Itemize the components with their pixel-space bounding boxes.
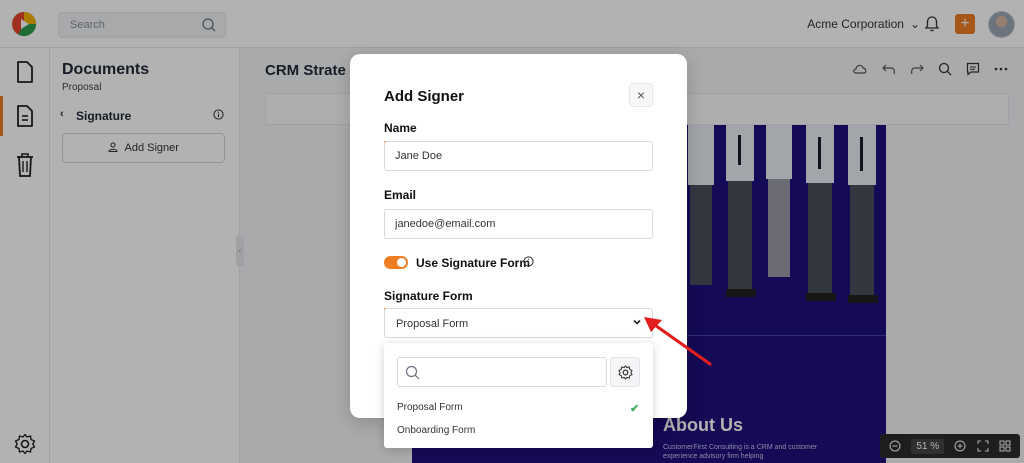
signature-form-select[interactable]: Proposal Form bbox=[384, 308, 653, 338]
signature-form-label: Signature Form bbox=[384, 289, 473, 303]
signature-form-dropdown: Proposal Form ✔ Onboarding Form bbox=[384, 343, 653, 448]
close-button[interactable]: × bbox=[629, 83, 653, 107]
dropdown-option-onboarding-form[interactable]: Onboarding Form bbox=[397, 425, 475, 436]
selected-value: Proposal Form bbox=[396, 318, 469, 330]
check-icon: ✔ bbox=[630, 403, 640, 415]
info-icon[interactable] bbox=[523, 256, 534, 267]
signature-form-toggle[interactable] bbox=[384, 256, 408, 269]
email-label: Email bbox=[384, 188, 417, 202]
form-settings-button[interactable] bbox=[610, 357, 640, 387]
gear-icon bbox=[618, 365, 633, 380]
search-icon bbox=[405, 365, 420, 380]
name-label: Name bbox=[384, 121, 417, 135]
toggle-label: Use Signature Form bbox=[416, 256, 531, 270]
name-field[interactable] bbox=[384, 141, 653, 171]
dropdown-option-proposal-form[interactable]: Proposal Form bbox=[397, 402, 463, 413]
dropdown-search-input[interactable] bbox=[397, 357, 607, 387]
modal-title: Add Signer bbox=[384, 88, 465, 105]
red-arrow-icon bbox=[644, 317, 712, 366]
email-field[interactable] bbox=[384, 209, 653, 239]
